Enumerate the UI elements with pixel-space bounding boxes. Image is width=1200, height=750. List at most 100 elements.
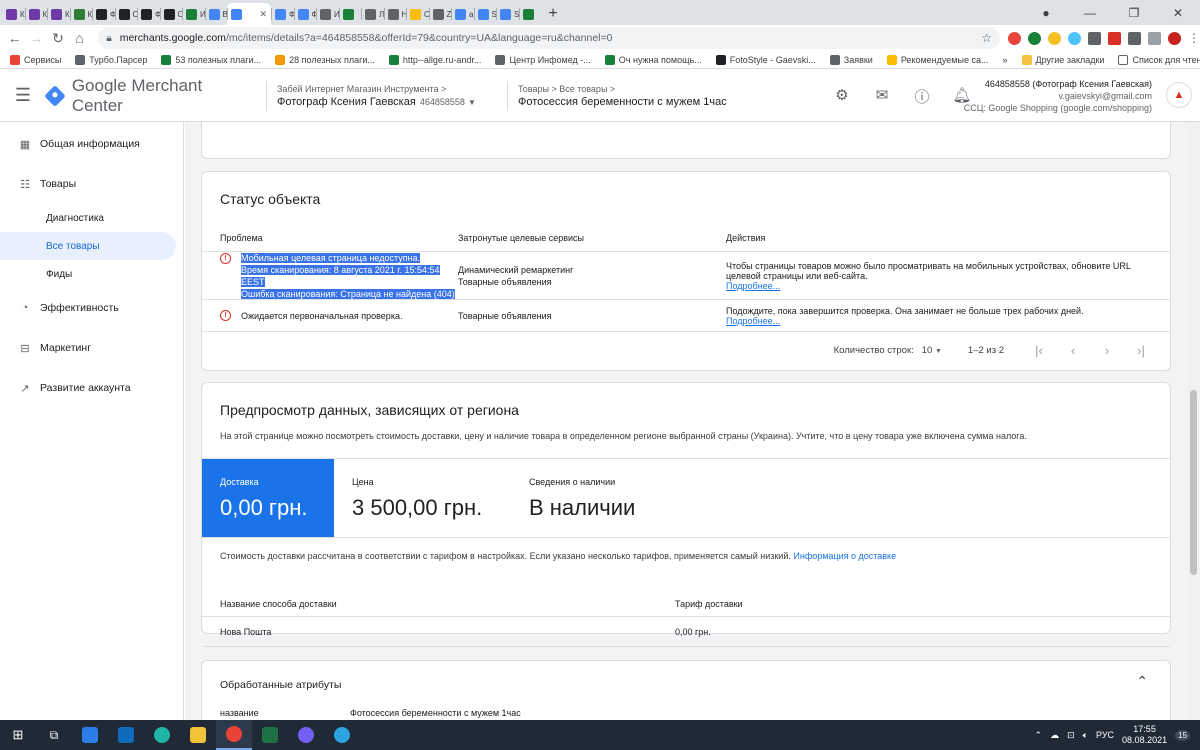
nav-sub-all-products[interactable]: Все товары [0, 232, 176, 260]
language-indicator[interactable]: РУС [1096, 730, 1114, 740]
browser-tab[interactable]: Об [406, 3, 429, 25]
bookmark-item[interactable]: Центр Инфомед -... [495, 54, 591, 65]
opera-extension-icon[interactable] [1007, 31, 1021, 45]
close-window-button[interactable]: ✕ [1156, 6, 1200, 20]
bookmarks-more-button[interactable]: » [1002, 55, 1007, 65]
taskbar-app[interactable] [144, 720, 180, 750]
browser-tab[interactable] [518, 3, 542, 25]
browser-tab[interactable]: Сер [114, 3, 137, 25]
browser-tab[interactable]: Лон [361, 3, 384, 25]
red-extension-icon[interactable] [1107, 31, 1121, 45]
playlist-icon[interactable] [1147, 31, 1161, 45]
availability-tile[interactable]: Сведения о наличии В наличии [511, 459, 751, 537]
hamburger-menu-icon[interactable]: ☰ [0, 85, 46, 106]
rows-per-page-select[interactable]: 10 ▼ [922, 345, 942, 356]
bookmark-item[interactable]: Турбо.Парсер [75, 54, 147, 65]
chevron-up-icon[interactable]: ⌃ [1136, 673, 1148, 690]
minimize-button[interactable]: — [1068, 6, 1112, 20]
task-view-button[interactable]: ⧉ [36, 720, 72, 750]
browser-tab[interactable]: Ин [316, 3, 339, 25]
nav-item-performance[interactable]: ◔ Эффективность [0, 288, 183, 328]
home-button[interactable]: ⌂ [69, 30, 91, 46]
shipping-tile[interactable]: Доставка 0,00 грн. [202, 459, 334, 537]
bookmark-item[interactable]: http--allge.ru-andr... [388, 54, 481, 65]
bookmark-star-icon[interactable]: ☆ [981, 31, 992, 45]
network-icon[interactable]: ⊡ [1067, 730, 1075, 741]
back-button[interactable]: ← [4, 30, 26, 46]
browser-tab[interactable]: ana [451, 3, 474, 25]
nav-item-overview[interactable]: ▦ Общая информация [0, 124, 183, 164]
browser-tab[interactable]: Нас [383, 3, 406, 25]
browser-tab[interactable]: SEO [473, 3, 496, 25]
browser-tab[interactable]: Каб [47, 3, 70, 25]
start-button[interactable]: ⊞ [0, 720, 36, 750]
browser-tab[interactable]: Ин [182, 3, 205, 25]
last-page-icon[interactable]: ›| [1124, 343, 1158, 358]
browser-tab[interactable]: Za- [428, 3, 451, 25]
bookmark-item[interactable]: Оч нужна помощь... [604, 54, 702, 65]
bookmark-item[interactable]: FotoStyle - Gaevski... [715, 54, 816, 65]
browser-tab[interactable]: Куп [69, 3, 92, 25]
shipping-info-link[interactable]: Информация о доставке [793, 551, 896, 561]
price-tile[interactable]: Цена 3 500,00 грн. [334, 459, 511, 537]
nav-item-marketing[interactable]: ⊟ Маркетинг [0, 328, 183, 368]
help-icon[interactable]: ⓘ [902, 86, 942, 107]
clock[interactable]: 17:55 08.08.2021 [1122, 724, 1167, 746]
forward-button[interactable]: → [26, 30, 48, 46]
browser-tab[interactable]: Фил [92, 3, 115, 25]
taskbar-app[interactable] [252, 720, 288, 750]
learn-more-link[interactable]: Подробнее... [726, 316, 780, 326]
puzzle-icon[interactable] [1127, 31, 1141, 45]
tray-arrow-icon[interactable]: ⌃ [1035, 730, 1043, 741]
browser-tab[interactable]: Смс [159, 3, 182, 25]
nav-sub-feeds[interactable]: Фиды [0, 260, 183, 288]
kebab-menu-icon[interactable]: ⋮ [1188, 31, 1200, 45]
address-bar[interactable]: 🔒︎ merchants.google.com /mc/items/detail… [98, 27, 1000, 49]
browser-tab[interactable]: ✕ [227, 3, 271, 25]
bookmark-item[interactable]: Рекомендуемые са... [886, 54, 988, 65]
taskbar-app[interactable] [180, 720, 216, 750]
prev-page-icon[interactable]: ‹ [1056, 343, 1090, 358]
new-tab-button[interactable]: + [541, 3, 565, 25]
next-page-icon[interactable]: › [1090, 343, 1124, 358]
taskbar-app[interactable] [108, 720, 144, 750]
notifications-badge[interactable]: 15 [1175, 729, 1190, 741]
first-page-icon[interactable]: |‹ [1022, 343, 1056, 358]
page-scrollbar[interactable] [1187, 122, 1200, 720]
seo-extension-icon[interactable] [1047, 31, 1061, 45]
account-switcher[interactable]: Забей Интернет Магазин Инструмента > Фот… [277, 84, 497, 108]
scrollbar-thumb[interactable] [1190, 390, 1197, 575]
browser-tab[interactable]: Все [204, 3, 227, 25]
taskbar-app[interactable] [324, 720, 360, 750]
cloud-extension-icon[interactable] [1067, 31, 1081, 45]
reading-list-button[interactable]: Список для чтения [1118, 54, 1200, 65]
browser-tab[interactable]: Фил [137, 3, 160, 25]
other-bookmarks-folder[interactable]: Другие закладки [1021, 54, 1104, 65]
user-avatar-icon[interactable] [1167, 31, 1181, 45]
bookmark-item[interactable]: 53 полезных плаги... [161, 54, 261, 65]
browser-tab[interactable] [338, 3, 362, 25]
taskbar-app[interactable] [72, 720, 108, 750]
taskbar-app[interactable] [216, 720, 252, 750]
bookmark-item[interactable]: Сервисы [10, 54, 61, 65]
maximize-button[interactable]: ❐ [1112, 6, 1156, 20]
taskbar-app[interactable] [288, 720, 324, 750]
mail-icon[interactable]: ✉ [862, 86, 902, 107]
breadcrumb-path[interactable]: Товары > Все товары > [518, 84, 727, 94]
learn-more-link[interactable]: Подробнее... [726, 281, 780, 291]
browser-tab[interactable]: Serp [496, 3, 519, 25]
merchant-center-logo[interactable]: Google Merchant Center [44, 76, 256, 116]
reload-button[interactable]: ↻ [47, 30, 69, 47]
browser-tab[interactable]: Каб [2, 3, 25, 25]
browser-tab[interactable]: Фот [293, 3, 316, 25]
tab-close-icon[interactable]: ✕ [259, 9, 267, 20]
menu-extension-icon[interactable] [1087, 31, 1101, 45]
bookmark-item[interactable]: Заявки [829, 54, 873, 65]
volume-icon[interactable]: 🔈︎ [1083, 730, 1088, 741]
nav-item-products[interactable]: ☷ Товары [0, 164, 183, 204]
green-extension-icon[interactable] [1027, 31, 1041, 45]
nav-item-growth[interactable]: ↗ Развитие аккаунта [0, 368, 183, 408]
profile-icon[interactable]: ● [1024, 6, 1068, 20]
gear-icon[interactable]: ⚙ [822, 86, 862, 107]
bookmark-item[interactable]: 28 полезных плаги... [275, 54, 375, 65]
